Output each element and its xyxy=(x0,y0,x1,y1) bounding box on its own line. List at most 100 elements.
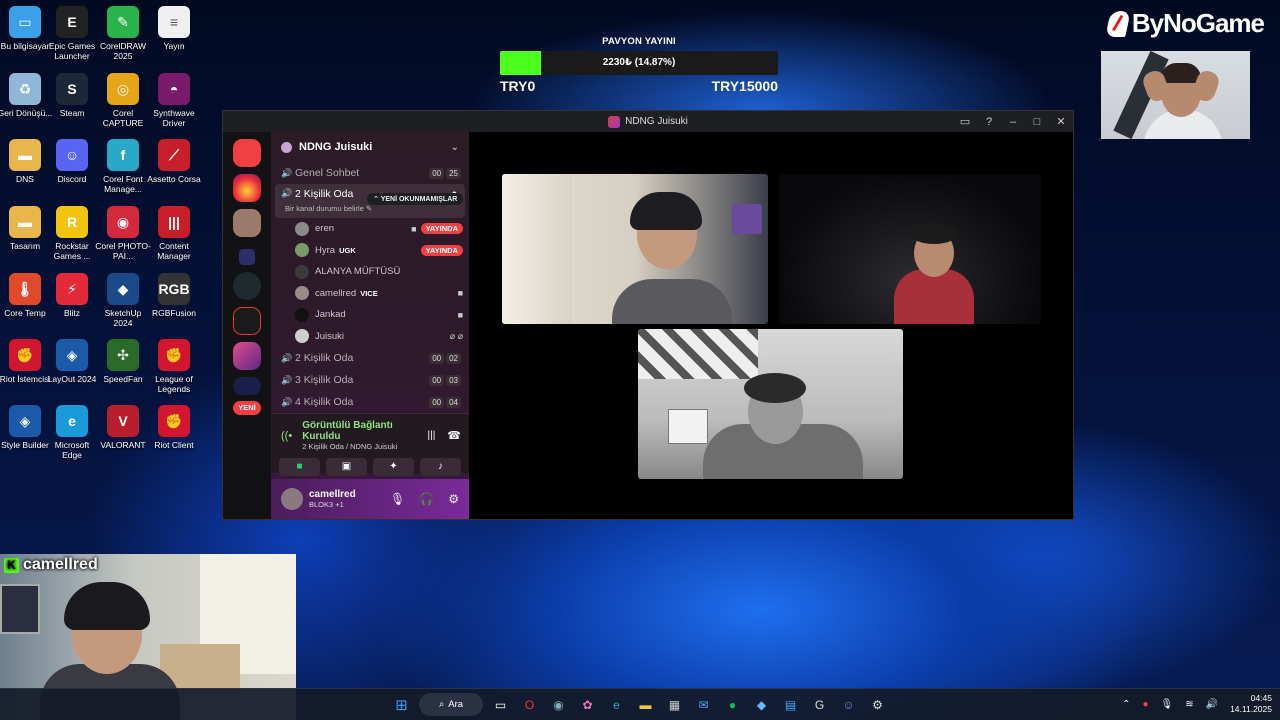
desktop-icon[interactable]: ◆ SketchUp 2024 xyxy=(95,273,151,328)
voice-channel[interactable]: 🔊 3 Kişilik Oda 00 03 xyxy=(271,369,469,391)
edge-icon[interactable]: e xyxy=(605,693,628,716)
microphone-icon[interactable]: 🎙 xyxy=(390,492,405,506)
microphone-icon[interactable]: 🎙 xyxy=(1161,699,1174,710)
desktop-icon[interactable]: R Rockstar Games ... xyxy=(44,206,100,261)
voice-member[interactable]: eren ■ YAYINDA xyxy=(271,218,469,240)
voice-member[interactable]: ALANYA MÜFTÜSÜ xyxy=(271,261,469,283)
clock[interactable]: 04:45 14.11.2025 xyxy=(1230,693,1272,715)
desktop-icon-label: Steam xyxy=(59,108,85,118)
search-button[interactable]: ⌕ Ara xyxy=(419,693,483,716)
notepad-icon[interactable]: ▤ xyxy=(779,693,802,716)
volume-icon[interactable]: 🔊 xyxy=(1206,699,1218,710)
voice-member[interactable]: Jankad ■ xyxy=(271,304,469,326)
voice-member[interactable]: Juisuki ⌀ ⌀ xyxy=(271,326,469,348)
desktop-icon[interactable]: RGB RGBFusion xyxy=(146,273,202,318)
obs-icon[interactable]: ◉ xyxy=(547,693,570,716)
server-icon-direct-messages[interactable] xyxy=(233,139,261,167)
connection-signal-icon[interactable]: ((• xyxy=(281,430,292,442)
voice-channel-name: 2 Kişilik Oda xyxy=(295,352,354,364)
desktop-icon[interactable]: S Steam xyxy=(44,73,100,118)
disconnect-icon[interactable]: ☎ xyxy=(447,429,461,442)
app-icon[interactable]: ✿ xyxy=(576,693,599,716)
inbox-icon[interactable]: ▭ xyxy=(953,115,977,128)
voice-member[interactable]: camellred VICE ■ xyxy=(271,283,469,305)
voice-channel[interactable]: 🔊 Genel Sohbet 00 25 xyxy=(271,162,469,184)
user-name[interactable]: camellred xyxy=(309,489,356,500)
desktop-icon[interactable]: ◉ Corel PHOTO-PAI... xyxy=(95,206,151,261)
user-status: BLOK3 +1 xyxy=(309,500,344,509)
desktop-icon[interactable]: ✊ League of Legends xyxy=(146,339,202,394)
desktop-icon[interactable]: ✎ CorelDRAW 2025 xyxy=(95,6,151,61)
activities-button[interactable]: ✦ xyxy=(373,458,414,476)
server-icon-circle[interactable] xyxy=(233,272,261,300)
desktop-icon[interactable]: ||| Content Manager xyxy=(146,206,202,261)
desktop-icon[interactable]: ≡ Yayın xyxy=(146,6,202,51)
guild-name: NDNG Juisuki xyxy=(299,141,373,153)
guild-header[interactable]: NDNG Juisuki ⌄ xyxy=(271,132,469,162)
desktop-icon[interactable]: ☺ Discord xyxy=(44,139,100,184)
server-icon-game[interactable] xyxy=(233,377,261,395)
desktop-icon[interactable]: ⟋ Assetto Corsa xyxy=(146,139,202,184)
noise-suppression-icon[interactable]: ||| xyxy=(428,430,436,441)
camera-button[interactable]: ■ xyxy=(279,458,320,476)
channel-list: NDNG Juisuki ⌄ 🔊 Genel Sohbet 00 25 ⌃ YENİ … xyxy=(271,132,469,519)
discord-icon[interactable]: ☺ xyxy=(837,693,860,716)
video-tile[interactable] xyxy=(638,329,903,479)
mail-icon[interactable]: ✉ xyxy=(692,693,715,716)
task-view-icon[interactable]: ▭ xyxy=(489,693,512,716)
minimize-button[interactable]: – xyxy=(1001,116,1025,128)
discord-window[interactable]: NDNG Juisuki ▭ ? – □ ✕ YENİ NDNG Juisuki… xyxy=(222,110,1074,520)
file-explorer-icon[interactable]: ▬ xyxy=(634,693,657,716)
channel-status-input[interactable]: Bir kanal durumu belirle ✎ xyxy=(285,204,469,214)
headphones-icon[interactable]: 🎧 xyxy=(419,492,434,506)
desktop-icon[interactable]: ◎ Corel CAPTURE xyxy=(95,73,151,128)
tray-app-icon[interactable]: ● xyxy=(1142,699,1148,710)
desktop-icon[interactable]: ◓ Synthwave Driver xyxy=(146,73,202,128)
desktop-icon[interactable]: ✣ SpeedFan xyxy=(95,339,151,384)
desktop-icon[interactable]: e Microsoft Edge xyxy=(44,405,100,460)
desktop-icon-label: CorelDRAW 2025 xyxy=(100,41,146,61)
soundboard-button[interactable]: ♪ xyxy=(420,458,461,476)
opera-icon[interactable]: O xyxy=(518,693,541,716)
close-button[interactable]: ✕ xyxy=(1049,115,1073,128)
voice-member[interactable]: Hyra UGK YAYINDA xyxy=(271,240,469,262)
desktop-icon[interactable]: f Corel Font Manage... xyxy=(95,139,151,194)
wifi-icon[interactable]: ≋ xyxy=(1185,699,1193,710)
server-icon-ndng[interactable] xyxy=(233,342,261,370)
sketchup-icon[interactable]: ◆ xyxy=(750,693,773,716)
desktop-icon-label: Rockstar Games ... xyxy=(53,241,91,261)
chevron-down-icon[interactable]: ⌄ xyxy=(451,142,459,153)
store-icon[interactable]: ▦ xyxy=(663,693,686,716)
server-icon-sunset[interactable] xyxy=(233,174,261,202)
avatar xyxy=(295,243,309,258)
desktop-icon[interactable]: V VALORANT xyxy=(95,405,151,450)
video-tile[interactable] xyxy=(779,174,1041,324)
voice-channel[interactable]: 🔊 2 Kişilik Oda 00 02 xyxy=(271,347,469,369)
settings-gear-icon[interactable]: ⚙ xyxy=(448,492,459,506)
voice-channel[interactable]: 🔊 4 Kişilik Oda 00 04 xyxy=(271,391,469,413)
voice-status[interactable]: Görüntülü Bağlantı Kuruldu xyxy=(302,420,427,442)
start-button[interactable]: ⊞ xyxy=(390,693,413,716)
desktop-icon[interactable]: ✊ Riot Client xyxy=(146,405,202,450)
server-icon-red[interactable] xyxy=(233,307,261,335)
unread-messages-pill[interactable]: ⌃ YENİ OKUNMAMIŞLAR xyxy=(367,193,464,205)
avatar[interactable] xyxy=(281,488,303,510)
chevron-up-icon[interactable]: ⌃ xyxy=(1122,699,1130,710)
desktop-icon[interactable]: ⚡ Blitz xyxy=(44,273,100,318)
maximize-button[interactable]: □ xyxy=(1025,116,1049,128)
epic-games-icon: E xyxy=(56,6,88,38)
help-icon[interactable]: ? xyxy=(977,116,1001,128)
window-titlebar[interactable]: NDNG Juisuki ▭ ? – □ ✕ xyxy=(223,111,1073,132)
desktop-icon[interactable]: ◈ LayOut 2024 xyxy=(44,339,100,384)
spotify-icon[interactable]: ● xyxy=(721,693,744,716)
server-icon-avatar[interactable] xyxy=(233,209,261,237)
steelseries-icon[interactable]: ⚙ xyxy=(866,693,889,716)
video-tile[interactable] xyxy=(502,174,768,324)
logitech-icon[interactable]: G xyxy=(808,693,831,716)
kick-icon: K xyxy=(4,557,19,573)
desktop-icon[interactable]: E Epic Games Launcher xyxy=(44,6,100,61)
folder-icon[interactable] xyxy=(239,249,255,265)
valorant-icon: V xyxy=(107,405,139,437)
new-servers-badge[interactable]: YENİ xyxy=(233,401,261,415)
screen-share-button[interactable]: ▣ xyxy=(326,458,367,476)
